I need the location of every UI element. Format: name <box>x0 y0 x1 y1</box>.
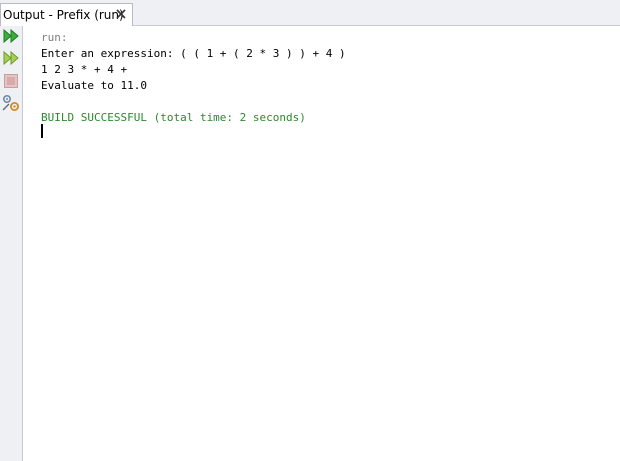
output-tab[interactable]: Output - Prefix (run) <box>0 3 133 26</box>
output-tab-title: Output - Prefix (run) <box>3 8 124 22</box>
run-line: run: <box>41 31 68 44</box>
text-caret <box>41 124 43 138</box>
settings-button[interactable] <box>1 94 20 116</box>
rerun-icon <box>3 28 19 48</box>
console-line: Evaluate to 11.0 <box>41 79 147 92</box>
settings-icon <box>2 94 20 116</box>
output-console[interactable]: run: Enter an expression: ( ( 1 + ( 2 * … <box>24 26 620 461</box>
stop-icon <box>3 73 19 93</box>
output-tab-bar: Output - Prefix (run) <box>0 0 620 26</box>
console-line: Enter an expression: ( ( 1 + ( 2 * 3 ) )… <box>41 47 346 60</box>
output-toolbar <box>0 26 23 461</box>
build-status-line: BUILD SUCCESSFUL (total time: 2 seconds) <box>41 111 306 124</box>
rerun-button[interactable] <box>1 28 20 47</box>
stop-button[interactable] <box>1 73 20 92</box>
console-line: 1 2 3 * + 4 + <box>41 63 128 76</box>
close-icon[interactable] <box>114 7 128 21</box>
rerun-with-options-button[interactable] <box>1 50 20 69</box>
rerun-with-options-icon <box>3 50 19 70</box>
